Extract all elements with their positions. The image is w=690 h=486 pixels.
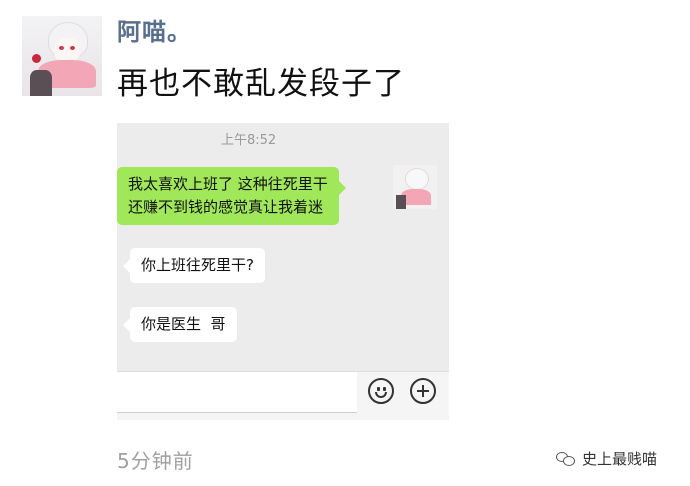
watermark: 史上最贱喵 bbox=[556, 448, 657, 469]
avatar-eye-left bbox=[59, 46, 64, 50]
received-message-bubble: 你是医生 哥 bbox=[123, 307, 237, 342]
chat-screenshot-image[interactable]: 上午8:52 我太喜欢上班了 这种往死里干 还赚不到钱的感觉真让我着迷 你上班往… bbox=[117, 123, 449, 420]
emoji-eye-left bbox=[377, 387, 380, 391]
sent-message-bubble: 我太喜欢上班了 这种往死里干 还赚不到钱的感觉真让我着迷 bbox=[117, 167, 346, 225]
post-text: 再也不敢乱发段子了 bbox=[117, 66, 405, 102]
plus-icon[interactable] bbox=[410, 378, 436, 404]
wechat-bubble-front bbox=[563, 455, 575, 466]
watermark-text: 史上最贱喵 bbox=[582, 450, 658, 468]
chat-timestamp: 上午8:52 bbox=[221, 133, 277, 148]
avatar-rose bbox=[32, 54, 41, 63]
avatar-eye-right bbox=[70, 46, 75, 50]
message-input[interactable] bbox=[117, 372, 357, 413]
avatar-clothing bbox=[30, 70, 52, 96]
emoji-mouth bbox=[375, 392, 387, 398]
chat-avatar-hair bbox=[405, 168, 429, 190]
chat-input-bar bbox=[117, 371, 449, 420]
chat-avatar bbox=[393, 165, 437, 209]
emoji-icon[interactable] bbox=[368, 378, 394, 404]
chat-avatar-clothing bbox=[396, 195, 406, 209]
post-time: 5分钟前 bbox=[117, 449, 194, 473]
received-message-bubble: 你上班往死里干? bbox=[123, 248, 265, 283]
wechat-icon bbox=[556, 451, 576, 467]
emoji-eye-right bbox=[383, 387, 386, 391]
post-username[interactable]: 阿喵。 bbox=[117, 12, 192, 47]
avatar-face bbox=[54, 38, 80, 62]
user-avatar[interactable] bbox=[22, 16, 102, 96]
